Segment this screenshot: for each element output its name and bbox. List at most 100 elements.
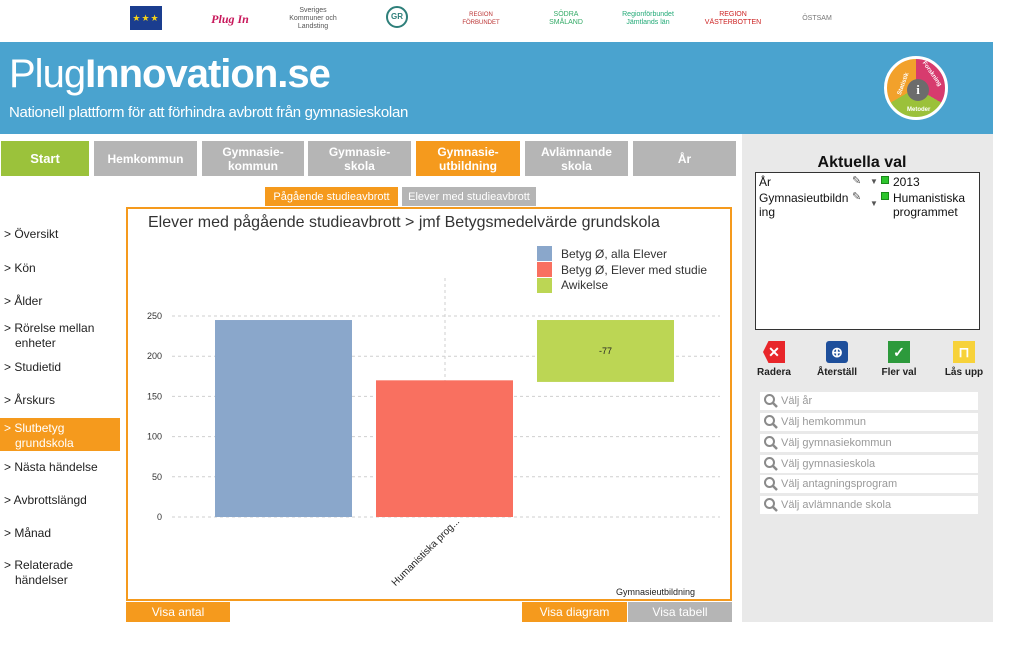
search-hemkommun-placeholder: Välj hemkommun [781,416,866,428]
search-icon [764,415,778,429]
las-upp-button[interactable]: ⊓ Lås upp [939,341,989,378]
legend-swatch-awikelse [537,278,552,293]
x-tick-label: Humanistiska prog... [390,516,462,588]
delete-icon: ✕ [763,341,785,363]
search-avlamnande-skola[interactable]: Välj avlämnande skola [760,496,978,514]
sidebar-item-arskurs[interactable]: > Årskurs [4,393,118,408]
sidebar-item-nasta-handelse[interactable]: > Nästa händelse [4,460,118,475]
y-tick-label: 0 [157,512,162,522]
nav-start[interactable]: Start [1,141,89,176]
legend-label-awikelse: Awikelse [561,278,609,292]
search-antagningsprogram[interactable]: Välj antagningsprogram [760,475,978,493]
ostsam-logo: ÖSTSAM [802,15,832,22]
sidebar-item-manad[interactable]: > Månad [4,526,118,541]
sidebar-item-relaterade[interactable]: > Relaterade händelser [4,558,118,588]
nav-avlamnande-skola[interactable]: Avlämnande skola [525,141,628,176]
selection-value-ar: 2013 [893,175,920,189]
jamtlands-logo: Regionförbundet Jämtlands län [622,11,674,26]
y-tick-label: 100 [147,432,162,442]
site-tagline: Nationell plattform för att förhindra av… [9,104,409,121]
edit-icon[interactable]: ✎ [852,174,861,187]
sidebar-item-slutbetyg[interactable]: > Slutbetyg grundskola [0,418,120,451]
sidebar-item-rorelse[interactable]: > Rörelse mellan enheter [4,321,118,351]
y-tick-label: 250 [147,311,162,321]
nav-gymnasiekommun[interactable]: Gymnasie-kommun [202,141,304,176]
current-selections-box: År ✎ ▼ 2013 Gymnasieutbildning ✎ ▼ Human… [755,172,980,330]
fler-val-label: Fler val [881,367,917,378]
edit-icon[interactable]: ✎ [852,190,861,203]
radera-button[interactable]: ✕ Radera [749,341,799,378]
aterstall-label: Återställ [816,367,857,378]
search-gymnasieskola-placeholder: Välj gymnasieskola [781,458,876,470]
legend-swatch-alla-elever [537,246,552,261]
plug-in-logo: Plug In [211,12,249,26]
visa-diagram-button[interactable]: Visa diagram [522,602,627,622]
x-axis-title: Gymnasieutbildning [616,587,696,597]
status-dot-icon [881,192,889,200]
sidebar-item-avbrottslangd[interactable]: > Avbrottslängd [4,493,118,508]
sodra-smaland-logo: SÖDRA SMÅLAND [549,11,583,26]
fler-val-button[interactable]: ✓ Fler val [874,341,924,378]
current-selections-title: Aktuella val [817,154,907,171]
vasterbotten-logo: REGION VÄSTERBOTTEN [704,11,762,26]
visa-antal-button[interactable]: Visa antal [126,602,230,622]
search-antagningsprogram-placeholder: Välj antagningsprogram [781,478,898,490]
search-ar-placeholder: Välj år [781,395,813,407]
search-gymnasieskola[interactable]: Välj gymnasieskola [760,455,978,473]
nav-ar[interactable]: År [633,141,736,176]
info-icon: i [907,79,929,101]
tab-elever-med-studieavbrott[interactable]: Elever med studieavbrott [402,187,536,206]
gr-logo: GR [386,6,408,28]
y-tick-label: 200 [147,351,162,361]
y-tick-label: 150 [147,391,162,401]
info-badge[interactable]: Statistik Forskning Metoder i [884,56,948,120]
sidebar-item-alder[interactable]: > Ålder [4,294,118,309]
aterstall-button[interactable]: ⊕ Återställ [812,341,862,378]
search-icon [764,457,778,471]
nav-hemkommun[interactable]: Hemkommun [94,141,197,176]
bar-elever-med-studie [376,380,513,517]
search-icon [764,477,778,491]
search-hemkommun[interactable]: Välj hemkommun [760,413,978,431]
radera-label: Radera [757,367,791,378]
restore-icon: ⊕ [826,341,848,363]
nav-gymnasieutbildning[interactable]: Gymnasie-utbildning [416,141,520,176]
search-icon [764,498,778,512]
selection-label-gymnasieutbildning: Gymnasieutbildning [759,191,849,219]
search-avlamnande-skola-placeholder: Välj avlämnande skola [781,499,892,511]
legend-label-alla-elever: Betyg Ø, alla Elever [561,247,668,261]
search-gymnasiekommun[interactable]: Välj gymnasiekommun [760,434,978,452]
unlock-icon: ⊓ [953,341,975,363]
dropdown-arrow-icon[interactable]: ▼ [870,177,878,186]
search-icon [764,394,778,408]
badge-label-bottom: Metoder [907,107,931,113]
sidebar-item-oversikt[interactable]: > Översikt [4,227,118,242]
y-tick-label: 50 [152,472,162,482]
brand-light: Plug [9,52,86,96]
selection-value-gymnasieutbildning: Humanistiska programmet [893,191,966,219]
brand-bold: Innovation.se [85,52,331,96]
sidebar-item-kon[interactable]: > Kön [4,261,118,276]
las-upp-label: Lås upp [944,367,984,378]
site-banner: PlugInnovation.se Nationell plattform fö… [0,42,993,134]
checkmark-icon: ✓ [888,341,910,363]
nav-gymnasieskola[interactable]: Gymnasie-skola [308,141,411,176]
search-icon [764,436,778,450]
data-label-awikelse: -77 [599,346,612,356]
skl-logo: Sveriges Kommuner och Landsting [289,7,337,30]
dropdown-arrow-icon[interactable]: ▼ [870,199,878,208]
status-dot-icon [881,176,889,184]
tab-pagaende-studieavbrott[interactable]: Pågående studieavbrott [265,187,398,206]
bar-alla-elever [215,320,352,517]
legend-swatch-elever-med-studie [537,262,552,277]
visa-tabell-button[interactable]: Visa tabell [628,602,732,622]
eu-flag-logo: ★★★ [130,6,162,30]
search-ar[interactable]: Välj år [760,392,978,410]
region-logo: REGION FÖRBUNDET [462,12,500,26]
partner-logo-strip: ★★★ Plug In Sveriges Kommuner och Landst… [0,0,1024,42]
search-gymnasiekommun-placeholder: Välj gymnasiekommun [781,437,892,449]
legend-label-elever-med-studie: Betyg Ø, Elever med studie [561,263,708,277]
selection-label-ar: År [759,175,771,189]
sidebar-item-studietid[interactable]: > Studietid [4,360,118,375]
site-brand[interactable]: PlugInnovation.se [9,52,331,97]
